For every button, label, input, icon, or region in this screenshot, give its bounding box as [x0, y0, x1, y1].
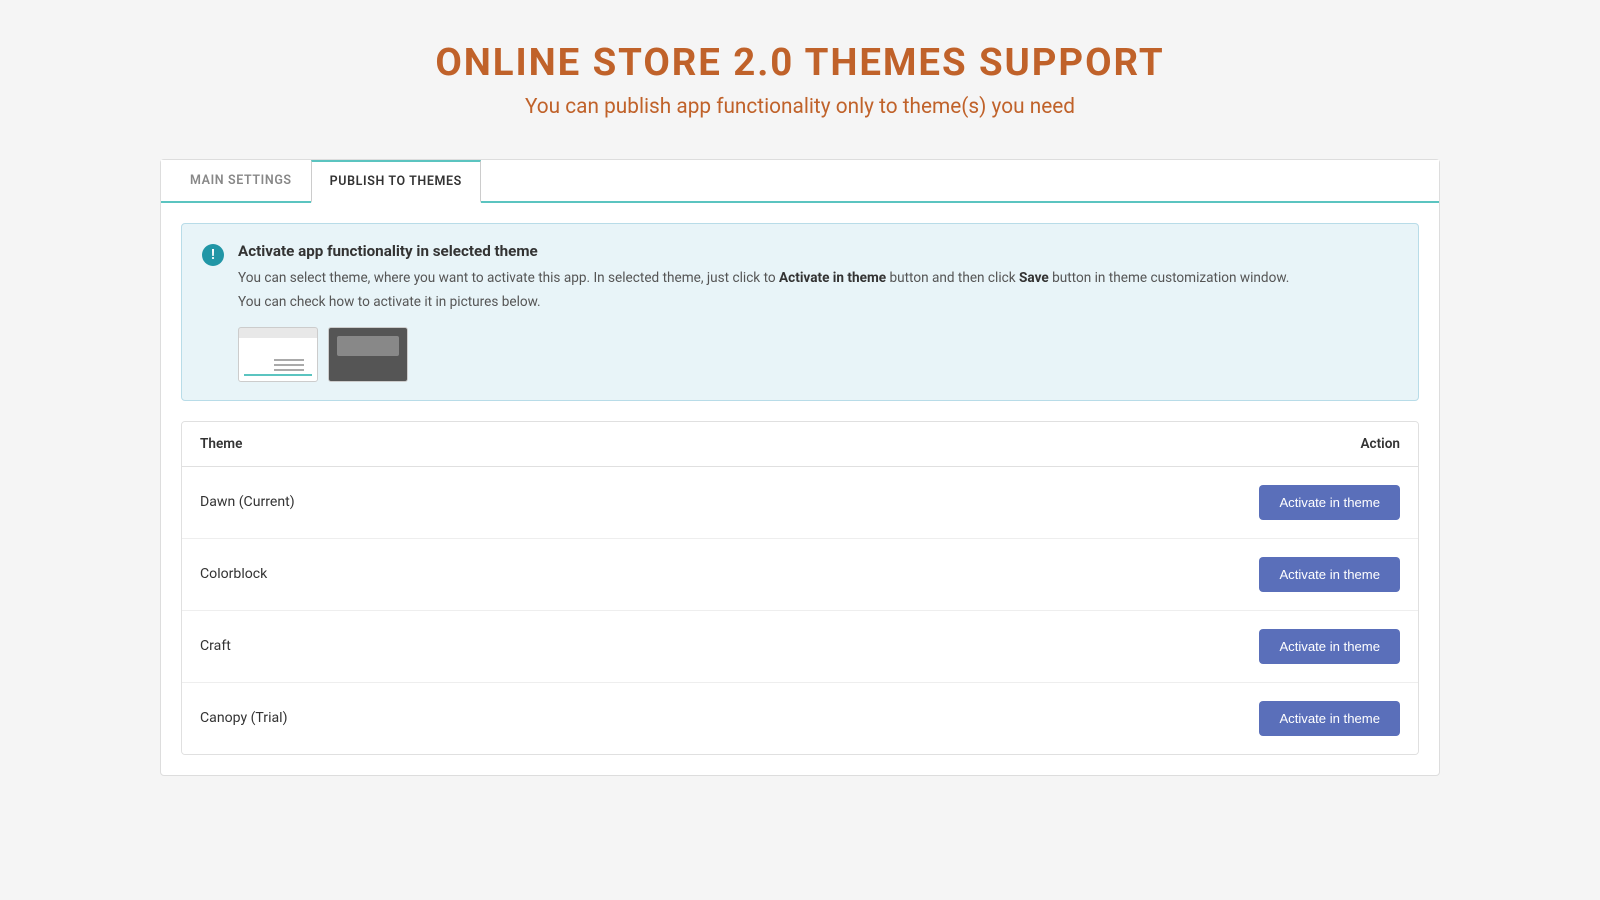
activate-button-craft[interactable]: Activate in theme [1259, 629, 1400, 664]
info-box-title: Activate app functionality in selected t… [238, 242, 1398, 260]
info-box: ! Activate app functionality in selected… [181, 223, 1419, 401]
thumbnail-1 [238, 327, 318, 382]
info-box-line2: You can check how to activate it in pict… [238, 292, 1398, 312]
activate-button-colorblock[interactable]: Activate in theme [1259, 557, 1400, 592]
activate-button-dawn[interactable]: Activate in theme [1259, 485, 1400, 520]
page-header: ONLINE STORE 2.0 THEMES SUPPORT You can … [435, 40, 1164, 119]
themes-table: Theme Action Dawn (Current) Activate in … [181, 421, 1419, 755]
theme-name-dawn: Dawn (Current) [200, 494, 295, 510]
tab-main-settings[interactable]: MAIN SETTINGS [171, 160, 311, 203]
info-content: Activate app functionality in selected t… [238, 242, 1398, 382]
table-row: Craft Activate in theme [182, 611, 1418, 683]
info-icon: ! [202, 244, 224, 266]
table-header: Theme Action [182, 422, 1418, 467]
thumb-lines [274, 359, 304, 371]
table-row: Colorblock Activate in theme [182, 539, 1418, 611]
tabs-bar: MAIN SETTINGS PUBLISH TO THEMES [161, 160, 1439, 203]
table-row: Canopy (Trial) Activate in theme [182, 683, 1418, 754]
thumbnails [238, 327, 1398, 382]
theme-name-colorblock: Colorblock [200, 566, 267, 582]
info-box-line1: You can select theme, where you want to … [238, 268, 1398, 288]
col-action: Action [1360, 436, 1400, 452]
thumb-line-3 [274, 369, 304, 371]
tab-publish-to-themes[interactable]: PUBLISH TO THEMES [311, 160, 481, 203]
thumbnail-2 [328, 327, 408, 382]
page-title: ONLINE STORE 2.0 THEMES SUPPORT [435, 40, 1164, 85]
thumb-line-2 [274, 364, 304, 366]
col-theme: Theme [200, 436, 242, 452]
main-container: MAIN SETTINGS PUBLISH TO THEMES ! Activa… [160, 159, 1440, 776]
activate-button-canopy[interactable]: Activate in theme [1259, 701, 1400, 736]
page-subtitle: You can publish app functionality only t… [435, 95, 1164, 119]
table-row: Dawn (Current) Activate in theme [182, 467, 1418, 539]
theme-name-craft: Craft [200, 638, 231, 654]
thumb-line-1 [274, 359, 304, 361]
theme-name-canopy: Canopy (Trial) [200, 710, 288, 726]
content-area: ! Activate app functionality in selected… [161, 203, 1439, 775]
